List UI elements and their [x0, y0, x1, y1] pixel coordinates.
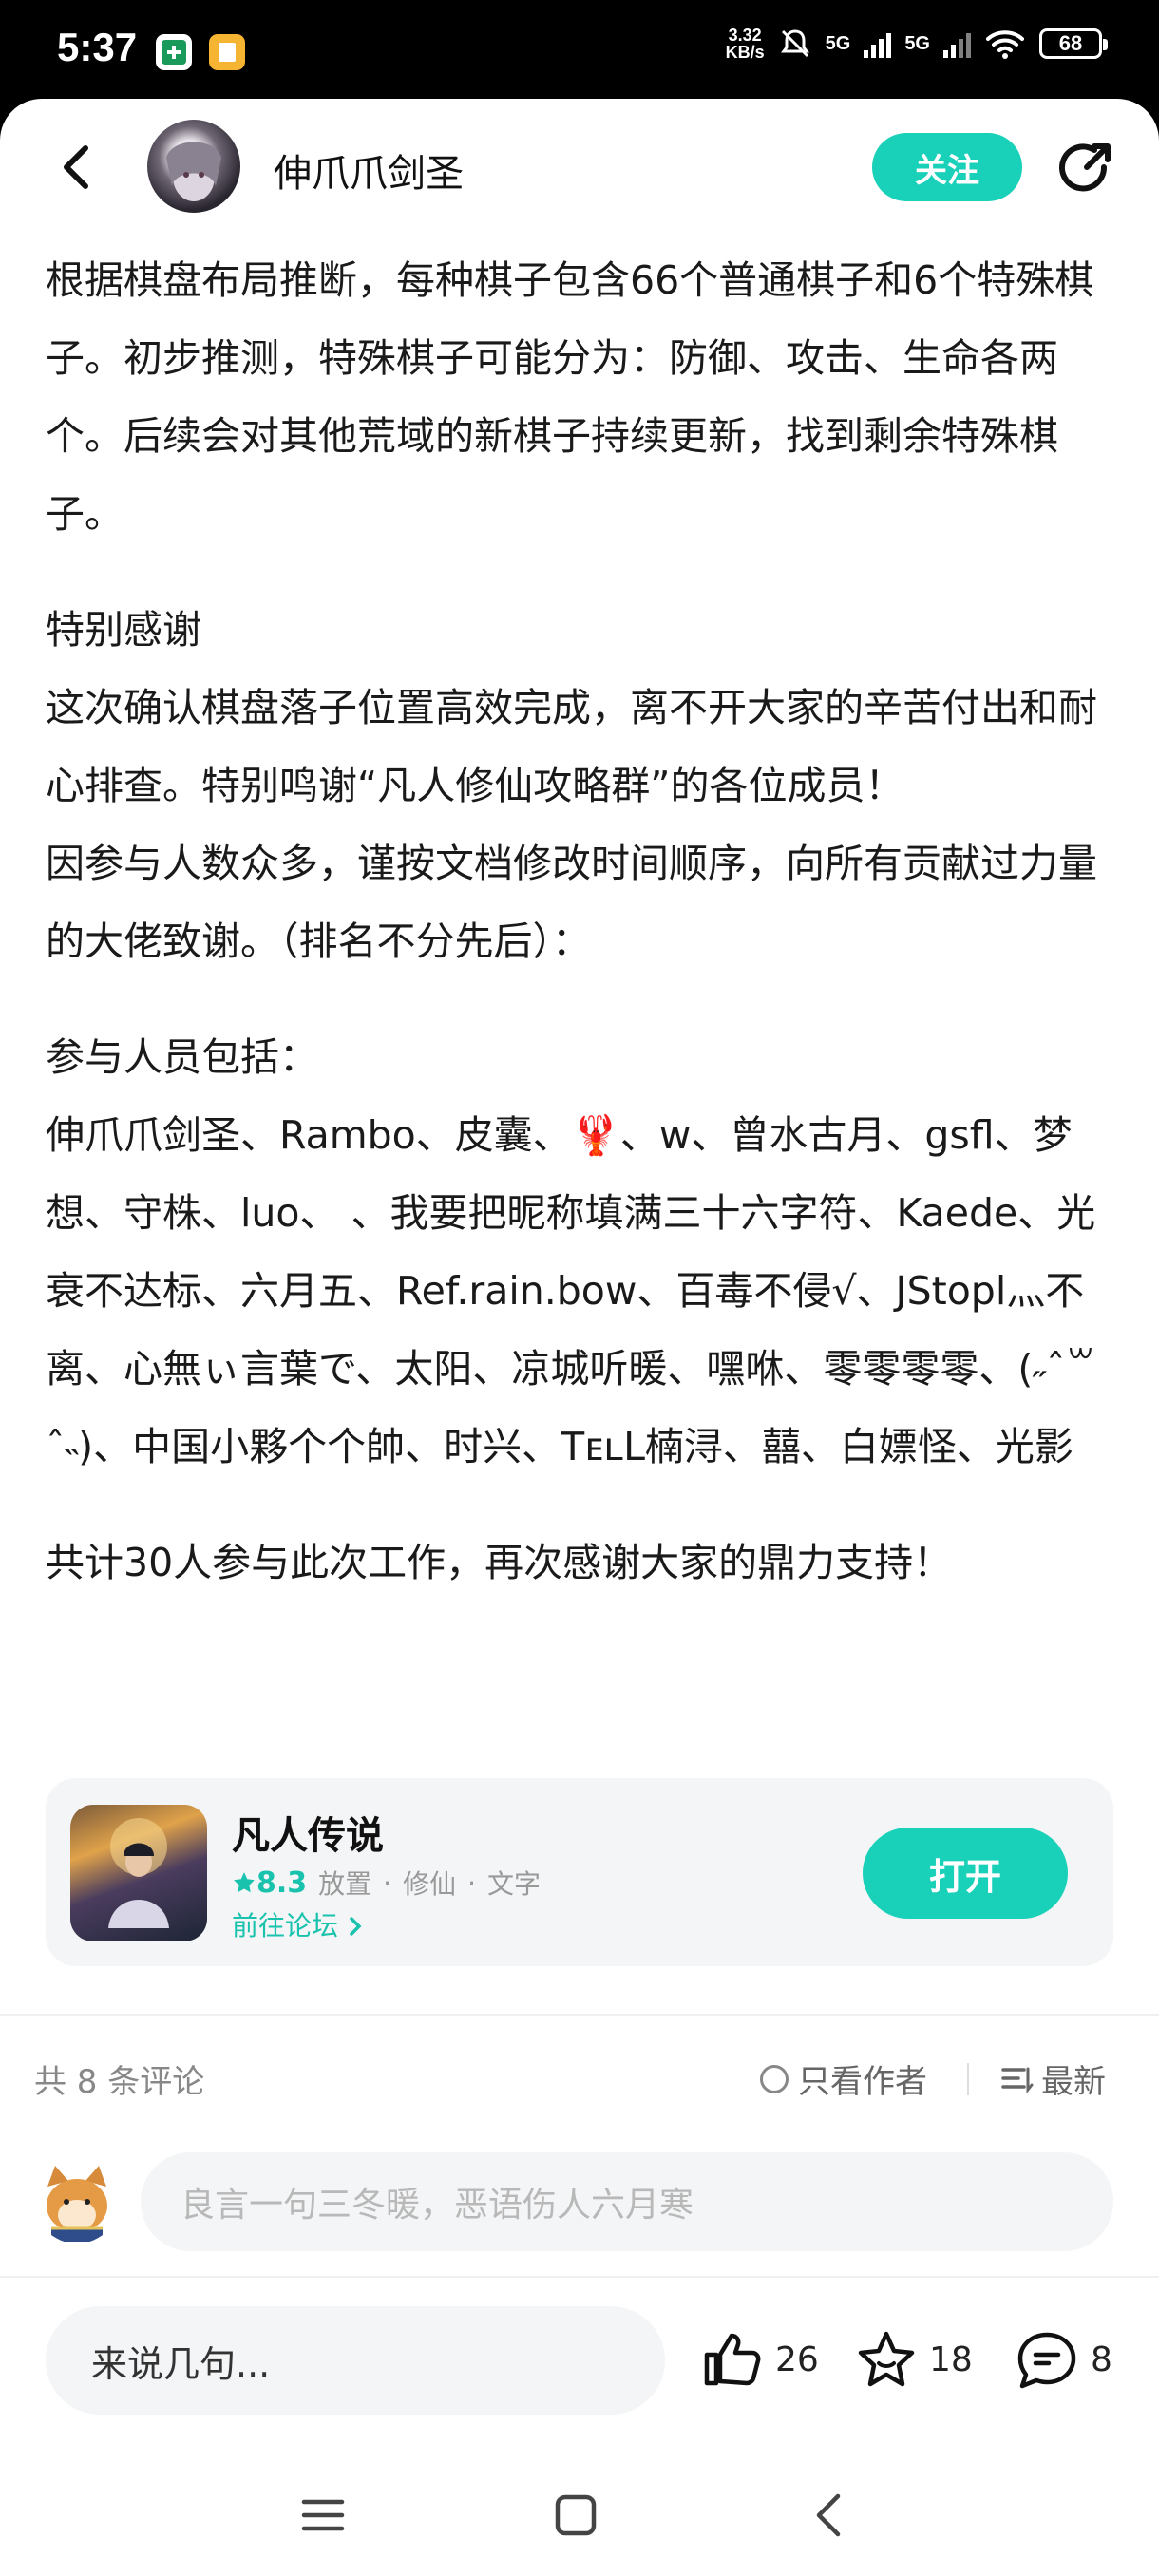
star-icon [234, 1871, 255, 1892]
radio-icon [760, 2064, 788, 2093]
comment-count: 共 8 条评论 [34, 2063, 205, 2101]
heading-participants: 参与人员包括： [46, 1034, 318, 1080]
net-speed-unit: KB/s [725, 43, 765, 62]
paragraph-prediction: 根据棋盘布局推断，每种棋子包含66个普通棋子和6个特殊棋子。初步推测，特殊棋子可… [46, 257, 1094, 537]
favorite-count: 18 [929, 2339, 973, 2379]
back-nav-icon[interactable] [804, 2489, 857, 2542]
wifi-icon [986, 30, 1024, 59]
open-game-button[interactable]: 打开 [863, 1828, 1068, 1919]
bottom-divider [0, 2276, 1159, 2278]
like-button[interactable]: 26 [701, 2321, 819, 2397]
game-tag-3: 文字 [487, 1868, 542, 1900]
game-tag-2: 修仙 [403, 1868, 457, 1900]
post-header: 伸爪爪剑圣 关注 [0, 99, 1159, 241]
status-time: 5:37 [57, 25, 138, 69]
forum-link[interactable]: 前往论坛 [232, 1905, 364, 1943]
signal-5g-label: 5G [825, 32, 851, 54]
tag-dot: · [383, 1866, 392, 1899]
author-name[interactable]: 伸爪爪剑圣 [274, 142, 464, 198]
favorite-button[interactable]: 18 [855, 2321, 973, 2397]
game-card[interactable]: 凡人传说 8.3 放置 · 修仙 · 文字 前往论坛 打开 [46, 1778, 1113, 1966]
quick-comment-box[interactable]: 来说几句... [46, 2306, 665, 2415]
comment-icon [1017, 2332, 1076, 2389]
game-name: 凡人传说 [232, 1814, 384, 1858]
forum-link-label: 前往论坛 [232, 1910, 339, 1941]
paragraph-total: 共计30人参与此次工作，再次感谢大家的鼎力支持！ [46, 1540, 953, 1585]
heading-thanks: 特别感谢 [46, 607, 201, 653]
my-avatar[interactable] [34, 2158, 120, 2244]
paragraph-order: 因参与人数众多，谨按文档修改时间顺序，向所有贡献过力量的大佬致谢。（排名不分先后… [46, 841, 1097, 964]
battery-indicator: 68 [1039, 28, 1108, 59]
comment-input[interactable]: 良言一句三冬暖，恶语伤人六月寒 [141, 2152, 1113, 2251]
system-nav-bar [0, 2453, 1159, 2576]
only-author-label: 只看作者 [798, 2063, 927, 2101]
rating-value: 8.3 [256, 1866, 308, 1900]
filter-separator [967, 2063, 969, 2095]
sort-icon [1001, 2067, 1034, 2093]
menu-icon[interactable] [296, 2489, 350, 2542]
section-divider [0, 2014, 1159, 2016]
thumbs-up-icon [704, 2333, 761, 2386]
participants-list: 伸爪爪剑圣、Rambo、皮囊、🦞、w、曾水古月、gsfl、梦想、守株、luo、 … [46, 1096, 1119, 1486]
signal-5g-label-2: 5G [904, 32, 930, 54]
post-body: 根据棋盘布局推断，每种棋子包含66个普通棋子和6个特殊棋子。初步推测，特殊棋子可… [46, 241, 1119, 1601]
game-meta: 8.3 放置 · 修仙 · 文字 [232, 1864, 541, 1902]
tag-dot-2: · [467, 1866, 476, 1899]
game-icon[interactable] [70, 1805, 207, 1941]
app-notification-icon-2 [209, 34, 245, 70]
status-bar: 5:37 3.32 KB/s 5G 5G 68 [0, 0, 1159, 104]
net-speed-value: 3.32 [728, 26, 762, 45]
comment-button[interactable]: 8 [1015, 2321, 1112, 2397]
participants-part-2: 、w、曾水古月、gsfl、梦想、守株、luo、 、我要把昵称填满三十六字符、Ka… [46, 1112, 1096, 1469]
star-outline-icon [858, 2331, 915, 2387]
signal-bars-icon [864, 29, 892, 58]
signal-bars-icon-2 [943, 29, 971, 58]
lobster-emoji: 🦞 [571, 1112, 620, 1158]
author-avatar[interactable] [147, 120, 240, 213]
back-icon[interactable] [49, 139, 106, 196]
app-notification-icon [156, 34, 192, 70]
paragraph-thanks: 这次确认棋盘落子位置高效完成，离不开大家的辛苦付出和耐心排查。特别鸣谢“凡人修仙… [46, 685, 1097, 808]
share-icon[interactable] [1053, 139, 1113, 199]
comment-count-bottom: 8 [1091, 2339, 1112, 2379]
like-count: 26 [775, 2339, 819, 2379]
net-speed: 3.32 KB/s [726, 27, 765, 61]
chevron-right-icon [350, 1917, 362, 1936]
participants-part-1: 伸爪爪剑圣、Rambo、皮囊、 [46, 1112, 572, 1158]
home-square-icon[interactable] [549, 2489, 602, 2542]
follow-button[interactable]: 关注 [872, 133, 1022, 201]
post-sheet: 伸爪爪剑圣 关注 根据棋盘布局推断，每种棋子包含66个普通棋子和6个特殊棋子。初… [0, 99, 1159, 2576]
sort-label: 最新 [1041, 2063, 1106, 2101]
sort-newest-button[interactable]: 最新 [1001, 2055, 1106, 2102]
game-rating: 8.3 [232, 1866, 307, 1900]
only-author-toggle[interactable]: 只看作者 [760, 2055, 927, 2102]
mute-icon [780, 29, 809, 58]
game-tag-1: 放置 [318, 1868, 372, 1900]
